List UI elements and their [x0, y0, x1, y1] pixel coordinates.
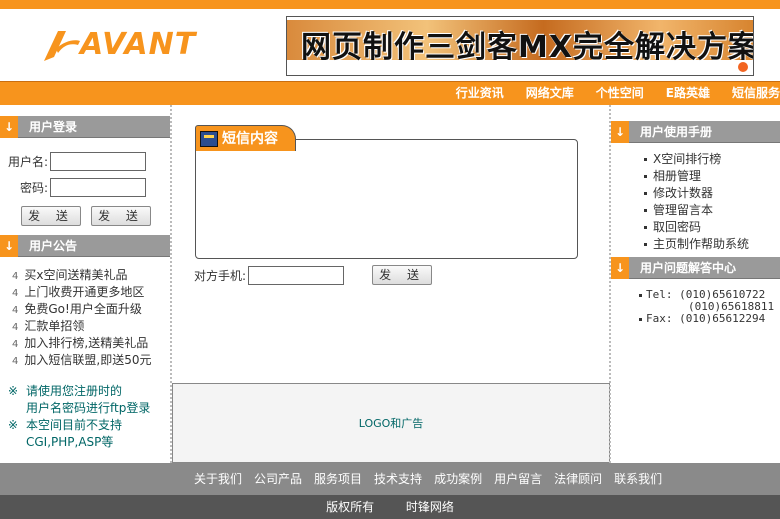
notice-item[interactable]: 4 加入排行榜,送精美礼品: [12, 335, 170, 352]
logo-text: AVANT: [80, 27, 197, 62]
tip-text: CGI,PHP,ASP等: [26, 435, 114, 449]
contact-info: Tel: (010)65610722 (010)65618811 Fax: (0…: [611, 279, 780, 325]
banner-ad[interactable]: 网页制作三剑客MX完全解决方案: [286, 16, 754, 76]
login-panel: ↓ 用户登录 用户名: 密码: 发 送 发 送: [0, 116, 170, 226]
reference-mark-icon: ※: [8, 384, 19, 398]
footer-link-about[interactable]: 关于我们: [194, 463, 242, 495]
manual-list: X空间排行榜 相册管理 修改计数器 管理留言本 取回密码 主页制作帮助系统: [611, 143, 780, 253]
sms-content-textarea[interactable]: [195, 139, 578, 259]
footer-link-cases[interactable]: 成功案例: [434, 463, 482, 495]
manual-item[interactable]: 修改计数器: [644, 185, 780, 202]
footer-link-support[interactable]: 技术支持: [374, 463, 422, 495]
fax-number: (010)65612294: [679, 312, 766, 325]
main-nav: 行业资讯 网络文库 个性空间 E路英雄 短信服务: [0, 81, 780, 105]
notice-item[interactable]: 4 汇款单招领: [12, 318, 170, 335]
company-name: 时锋网络: [405, 500, 454, 514]
manual-item[interactable]: 相册管理: [644, 168, 780, 185]
logo[interactable]: AVANT: [40, 27, 220, 65]
copyright-bar: 版权所有 时锋网络: [0, 495, 780, 519]
tip-text: 请使用您注册时的: [26, 384, 123, 398]
manual-panel: ↓ 用户使用手册 X空间排行榜 相册管理 修改计数器 管理留言本 取回密码 主页…: [611, 121, 780, 253]
sms-panel: 短信内容 对方手机: 发 送: [172, 105, 609, 383]
ftp-tips: ※ 请使用您注册时的 用户名密码进行ftp登录 ※ 本空间目前不支持 CGI,PHP…: [8, 383, 170, 451]
ad-text: LOGO和广告: [358, 417, 424, 430]
footer-link-legal[interactable]: 法律顾问: [554, 463, 602, 495]
nav-item-library[interactable]: 网络文库: [526, 82, 574, 106]
tel-label: Tel:: [646, 288, 673, 301]
banner-dot-icon: [737, 61, 749, 73]
login-second-button[interactable]: 发 送: [91, 206, 151, 226]
footer-link-guestbook[interactable]: 用户留言: [494, 463, 542, 495]
right-sidebar: ↓ 用户使用手册 X空间排行榜 相册管理 修改计数器 管理留言本 取回密码 主页…: [609, 105, 780, 463]
nav-item-personal-space[interactable]: 个性空间: [596, 82, 644, 106]
phone-row: 对方手机: 发 送: [194, 265, 433, 285]
arrow-down-icon: ↓: [611, 121, 629, 143]
login-submit-button[interactable]: 发 送: [21, 206, 81, 226]
manual-item[interactable]: 管理留言本: [644, 202, 780, 219]
notice-panel: ↓ 用户公告 4 买x空间送精美礼品 4 上门收费开通更多地区 4 免费Go!用户全面…: [0, 235, 170, 369]
copyright-text: 版权所有: [326, 500, 375, 514]
notice-item[interactable]: 4 免费Go!用户全面升级: [12, 301, 170, 318]
notice-title: 用户公告: [29, 239, 78, 253]
login-title: 用户登录: [29, 120, 78, 134]
footer-link-contact[interactable]: 联系我们: [614, 463, 662, 495]
qa-header: ↓ 用户问题解答中心: [611, 257, 780, 279]
reference-mark-icon: ※: [8, 418, 19, 432]
left-sidebar: ↓ 用户登录 用户名: 密码: 发 送 发 送 ↓ 用户公告 4 买x空间送精美礼…: [0, 105, 172, 463]
login-header: ↓ 用户登录: [0, 116, 170, 138]
fax-label: Fax:: [646, 312, 673, 325]
sms-send-button[interactable]: 发 送: [372, 265, 433, 285]
nav-item-industry-news[interactable]: 行业资讯: [456, 82, 504, 106]
manual-item[interactable]: 主页制作帮助系统: [644, 236, 780, 253]
qa-title: 用户问题解答中心: [640, 261, 737, 275]
manual-title: 用户使用手册: [640, 125, 713, 139]
sms-title: 短信内容: [222, 131, 278, 147]
top-accent-bar: [0, 0, 780, 9]
notice-item[interactable]: 4 上门收费开通更多地区: [12, 284, 170, 301]
banner-text: 网页制作三剑客MX完全解决方案: [301, 30, 754, 65]
phone-input[interactable]: [248, 265, 345, 285]
nav-item-sms-service[interactable]: 短信服务: [732, 82, 780, 106]
manual-item[interactable]: X空间排行榜: [644, 151, 780, 168]
nav-item-e-heroes[interactable]: E路英雄: [666, 82, 710, 106]
arrow-down-icon: ↓: [0, 116, 18, 138]
arrow-down-icon: ↓: [0, 235, 18, 257]
username-label: 用户名:: [7, 154, 48, 169]
sms-title-tab: 短信内容: [195, 125, 296, 151]
notice-list: 4 买x空间送精美礼品 4 上门收费开通更多地区 4 免费Go!用户全面升级 4 汇款单…: [0, 257, 170, 369]
phone-icon: [200, 131, 218, 147]
logo-swoosh-icon: [44, 31, 80, 61]
footer-link-services[interactable]: 服务项目: [314, 463, 362, 495]
manual-item[interactable]: 取回密码: [644, 219, 780, 236]
manual-header: ↓ 用户使用手册: [611, 121, 780, 143]
tip-text: 本空间目前不支持: [26, 418, 123, 432]
arrow-down-icon: ↓: [611, 257, 629, 279]
header: AVANT 网页制作三剑客MX完全解决方案: [0, 9, 780, 81]
footer-links: 关于我们 公司产品 服务项目 技术支持 成功案例 用户留言 法律顾问 联系我们: [0, 463, 780, 495]
ad-area[interactable]: LOGO和广告: [172, 383, 610, 463]
qa-panel: ↓ 用户问题解答中心 Tel: (010)65610722 (010)65618…: [611, 257, 780, 325]
phone-label: 对方手机:: [194, 268, 247, 283]
password-input[interactable]: [50, 177, 146, 197]
tip-text: 用户名密码进行ftp登录: [26, 401, 151, 415]
login-form: 用户名: 密码: 发 送 发 送: [0, 138, 170, 226]
notice-item[interactable]: 4 加入短信联盟,即送50元: [12, 352, 170, 369]
notice-header: ↓ 用户公告: [0, 235, 170, 257]
username-input[interactable]: [50, 151, 146, 171]
password-label: 密码:: [19, 180, 48, 195]
footer-link-products[interactable]: 公司产品: [254, 463, 302, 495]
notice-item[interactable]: 4 买x空间送精美礼品: [12, 267, 170, 284]
